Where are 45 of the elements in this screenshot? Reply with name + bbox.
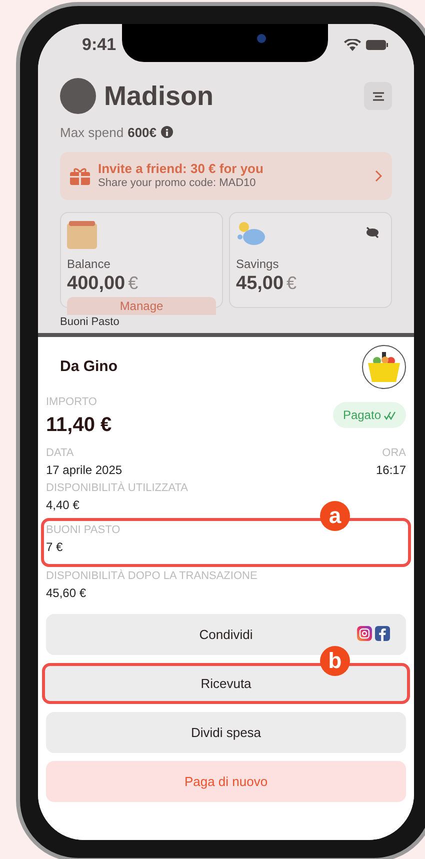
- field-value: 45,60 €: [46, 585, 88, 602]
- user-name: Madison: [104, 80, 214, 113]
- field-label: IMPORTO: [46, 397, 98, 408]
- field-value: 4,40 €: [46, 497, 80, 514]
- battery-icon: [366, 40, 388, 50]
- avatar: [60, 78, 96, 114]
- peek-text: Buoni Pasto: [60, 317, 120, 328]
- gift-icon: [70, 167, 90, 185]
- promo-subtitle: Share your promo code: MAD10: [98, 177, 257, 191]
- wifi-icon: [344, 39, 361, 51]
- promo-card[interactable]: Invite a friend: 30 € for you Share your promo code: MAD10: [60, 152, 392, 200]
- status-time: 9:41: [82, 34, 116, 56]
- field-label: DATA: [46, 448, 75, 459]
- amount-value: 11,40 €: [46, 413, 112, 438]
- max-spend-label: Max spend: [60, 124, 124, 142]
- card-label: Balance: [67, 256, 112, 273]
- wallet-icon: [67, 221, 99, 249]
- callout-badge: a: [320, 501, 350, 531]
- card-amount: 45,00: [236, 274, 284, 293]
- camera-icon: [257, 34, 266, 43]
- merchant-name: Da Gino: [60, 356, 118, 377]
- action-button[interactable]: Dividi spesa: [46, 712, 406, 753]
- field-label: ORA: [382, 448, 406, 459]
- currency-symbol: €: [128, 274, 138, 292]
- facebook-icon[interactable]: [375, 626, 390, 641]
- currency-symbol: €: [286, 274, 297, 292]
- status-badge: Pagato: [332, 402, 406, 428]
- field-label: DISPONIBILITÀ UTILIZZATA: [46, 483, 190, 494]
- max-spend-value: 600€: [128, 124, 157, 142]
- chevron-right-icon: [375, 170, 382, 182]
- field-label: DISPONIBILITÀ DOPO LA TRANSAZIONE: [46, 571, 258, 582]
- info-icon: [160, 126, 173, 138]
- card-amount: 400,00: [67, 274, 126, 293]
- field-label: BUONI PASTO: [46, 525, 122, 536]
- basket-icon: [368, 352, 400, 382]
- card-label: Savings: [236, 256, 280, 273]
- field-value: 7 €: [46, 539, 64, 556]
- menu-button[interactable]: [364, 82, 392, 110]
- menu-icon: [372, 92, 384, 101]
- instagram-icon[interactable]: [357, 626, 372, 641]
- field-value: 17 aprile 2025: [46, 462, 122, 479]
- field-value: 16:17: [376, 462, 406, 479]
- eye-off-icon: [366, 227, 379, 238]
- double-check-icon: [384, 410, 396, 420]
- promo-title: Invite a friend: 30 € for you: [98, 161, 264, 178]
